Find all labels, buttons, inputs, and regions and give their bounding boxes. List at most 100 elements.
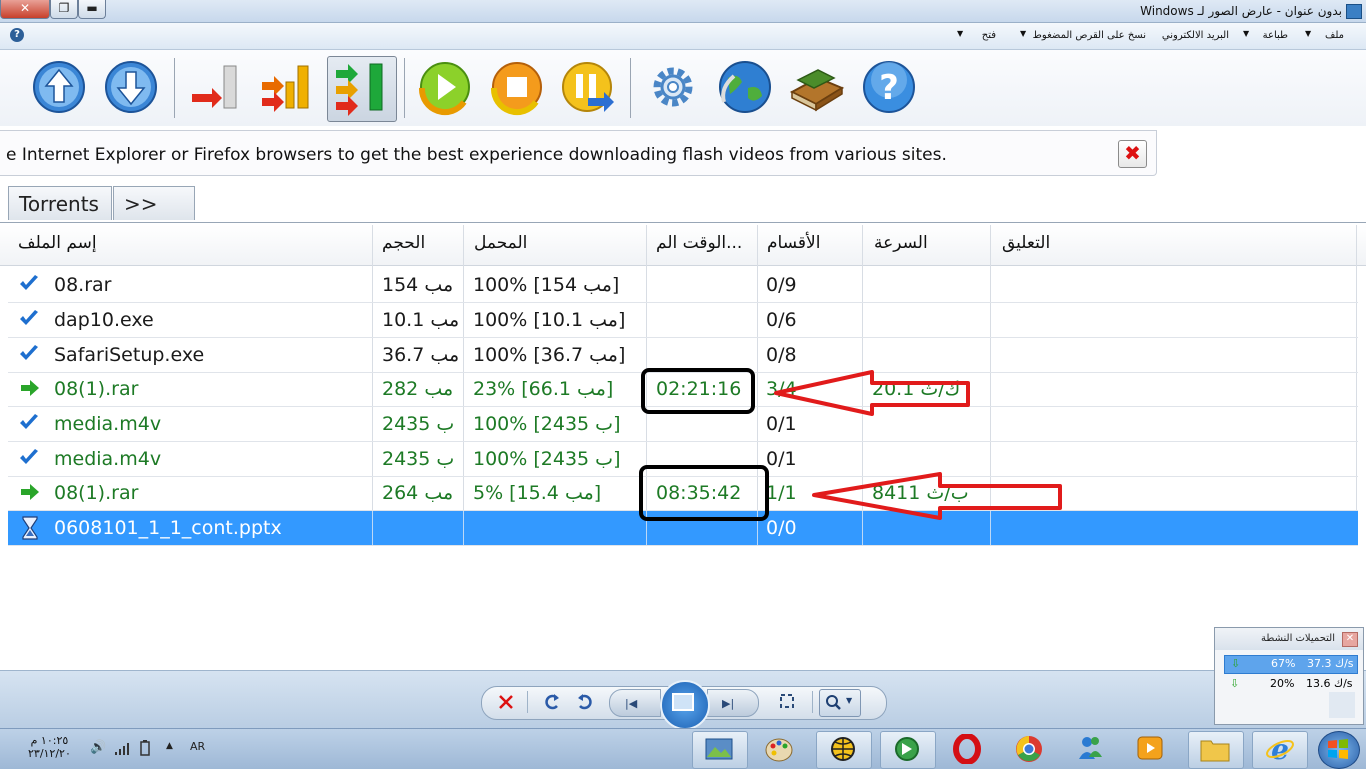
file-name: media.m4v: [54, 413, 162, 435]
messenger-icon[interactable]: [1075, 733, 1105, 763]
hourglass-icon: [22, 516, 38, 540]
volume-icon[interactable]: 🔊: [90, 740, 106, 755]
priority-high-icon[interactable]: [332, 58, 390, 116]
annotation-arrow-icon: [774, 370, 970, 416]
book-icon[interactable]: [788, 58, 846, 116]
download-speed: 37.3 ك/s: [1307, 657, 1354, 670]
download-arrow-icon: ⇩: [1230, 677, 1240, 690]
title-bar: ✕ ❐ ▬ بدون عنوان - عارض الصور لـ Windows: [0, 0, 1366, 23]
tab-torrents[interactable]: Torrents: [8, 186, 112, 220]
toolbar: ?: [0, 50, 1366, 126]
chevron-down-icon[interactable]: ▼: [1305, 29, 1311, 38]
popup-download-row[interactable]: ⇩ 20% 13.6 ك/s: [1224, 676, 1356, 693]
rotate-counterclockwise-icon[interactable]: [575, 692, 595, 712]
menu-burn[interactable]: نسخ على القرص المضغوط: [1033, 30, 1146, 41]
popup-close-button[interactable]: ✕: [1342, 632, 1358, 647]
column-header-comment[interactable]: التعليق: [1002, 233, 1050, 253]
info-bar: e Internet Explorer or Firefox browsers …: [0, 130, 1157, 176]
globe-icon: [831, 737, 855, 761]
file-sections: 0/6: [766, 309, 797, 331]
close-window-button[interactable]: ✕: [0, 0, 50, 19]
minimize-window-button[interactable]: ▬: [78, 0, 106, 19]
stop-download-icon[interactable]: [488, 58, 546, 116]
download-manager-icon: [895, 737, 919, 761]
info-bar-close-button[interactable]: ✖: [1118, 140, 1147, 168]
table-row[interactable]: 08.rar 154 مب 100% [154 مب] 0/9: [8, 268, 1358, 303]
column-header-size[interactable]: الحجم: [382, 233, 425, 253]
delete-icon[interactable]: [497, 693, 515, 711]
svg-text:e: e: [1271, 734, 1289, 764]
tray-clock[interactable]: ١٠:٢٥ م ٢٣/١٢/٢٠: [28, 734, 71, 760]
file-name: 08(1).rar: [54, 482, 139, 504]
file-size: 154 مب: [382, 274, 454, 296]
globe-phone-icon[interactable]: [716, 58, 774, 116]
menu-file[interactable]: ملف: [1325, 30, 1344, 41]
file-name: dap10.exe: [54, 309, 154, 331]
column-header-filename[interactable]: إسم الملف: [18, 233, 97, 253]
network-signal-icon[interactable]: [114, 742, 130, 756]
move-down-icon[interactable]: [102, 58, 160, 116]
priority-medium-icon[interactable]: [258, 58, 316, 116]
file-size: 2435 ب: [382, 448, 455, 470]
table-row[interactable]: dap10.exe 10.1 مب 100% [10.1 مب] 0/6: [8, 303, 1358, 338]
priority-low-icon[interactable]: [188, 58, 246, 116]
file-size: 264 مب: [382, 482, 454, 504]
file-loaded: 100% [2435 ب]: [473, 413, 621, 435]
actual-size-icon[interactable]: [778, 692, 796, 710]
file-sections: 1/1: [766, 482, 797, 504]
downloading-arrow-icon: [21, 484, 39, 500]
file-name: 0608101_1_1_cont.pptx: [54, 517, 282, 539]
battery-icon[interactable]: [140, 740, 150, 756]
chevron-down-icon[interactable]: ▼: [1243, 29, 1249, 38]
rotate-clockwise-icon[interactable]: [542, 692, 562, 712]
column-header-time-left[interactable]: ...الوقت الم: [656, 233, 742, 253]
tray-time: ١٠:٢٥ م: [30, 734, 69, 747]
tab-more[interactable]: >>: [113, 186, 195, 220]
chevron-down-icon[interactable]: ▼: [1020, 29, 1026, 38]
column-header-speed[interactable]: السرعة: [874, 233, 928, 253]
chevron-down-icon[interactable]: ▼: [957, 29, 963, 38]
file-sections: 0/0: [766, 517, 797, 539]
column-header-sections[interactable]: الأقسام: [767, 233, 820, 253]
menu-print[interactable]: طباعة: [1263, 30, 1288, 41]
column-header-loaded[interactable]: المحمل: [474, 233, 527, 253]
file-name: 08.rar: [54, 274, 112, 296]
show-hidden-icons[interactable]: ▲: [166, 741, 173, 751]
menu-bar: ? ملف ▼ طباعة ▼ البريد الالكتروني نسخ عل…: [0, 23, 1366, 50]
file-name: media.m4v: [54, 448, 162, 470]
file-size: 282 مب: [382, 378, 454, 400]
help-question-icon[interactable]: ?: [860, 58, 918, 116]
resume-download-icon[interactable]: [416, 58, 474, 116]
move-up-icon[interactable]: [30, 58, 88, 116]
menu-open[interactable]: فتح: [982, 30, 996, 41]
separator: [527, 691, 528, 713]
active-downloads-popup: التحميلات النشطة ✕ ⇩ 67% 37.3 ك/s ⇩ 20% …: [1214, 627, 1364, 725]
file-size: 36.7 مب: [382, 344, 460, 366]
help-icon[interactable]: ?: [10, 28, 24, 42]
pause-all-icon[interactable]: [558, 58, 616, 116]
photo-viewer-icon: [1346, 4, 1362, 19]
download-arrow-icon: ⇩: [1231, 657, 1241, 670]
file-loaded: 100% [2435 ب]: [473, 448, 621, 470]
next-icon: ▶|: [722, 697, 735, 710]
highlight-box: [641, 368, 755, 414]
media-player-icon[interactable]: [1136, 734, 1164, 762]
restore-window-button[interactable]: ❐: [50, 0, 78, 19]
file-loaded: 100% [10.1 مب]: [473, 309, 626, 331]
gear-icon[interactable]: [644, 58, 702, 116]
popup-scroll-area[interactable]: [1329, 692, 1355, 718]
menu-email[interactable]: البريد الالكتروني: [1162, 30, 1229, 41]
highlight-box: [639, 465, 769, 521]
paint-palette-icon: [765, 738, 793, 762]
slideshow-icon: [672, 693, 694, 711]
toolbar-separator: [630, 58, 631, 118]
popup-download-row[interactable]: ⇩ 67% 37.3 ك/s: [1224, 655, 1358, 674]
toolbar-separator: [174, 58, 175, 118]
file-loaded: 100% [154 مب]: [473, 274, 620, 296]
file-sections: 0/8: [766, 344, 797, 366]
file-size: 10.1 مب: [382, 309, 460, 331]
language-indicator[interactable]: AR: [190, 740, 205, 753]
opera-icon[interactable]: [952, 734, 982, 764]
chrome-icon[interactable]: [1014, 734, 1044, 764]
downloading-arrow-icon: [21, 380, 39, 396]
